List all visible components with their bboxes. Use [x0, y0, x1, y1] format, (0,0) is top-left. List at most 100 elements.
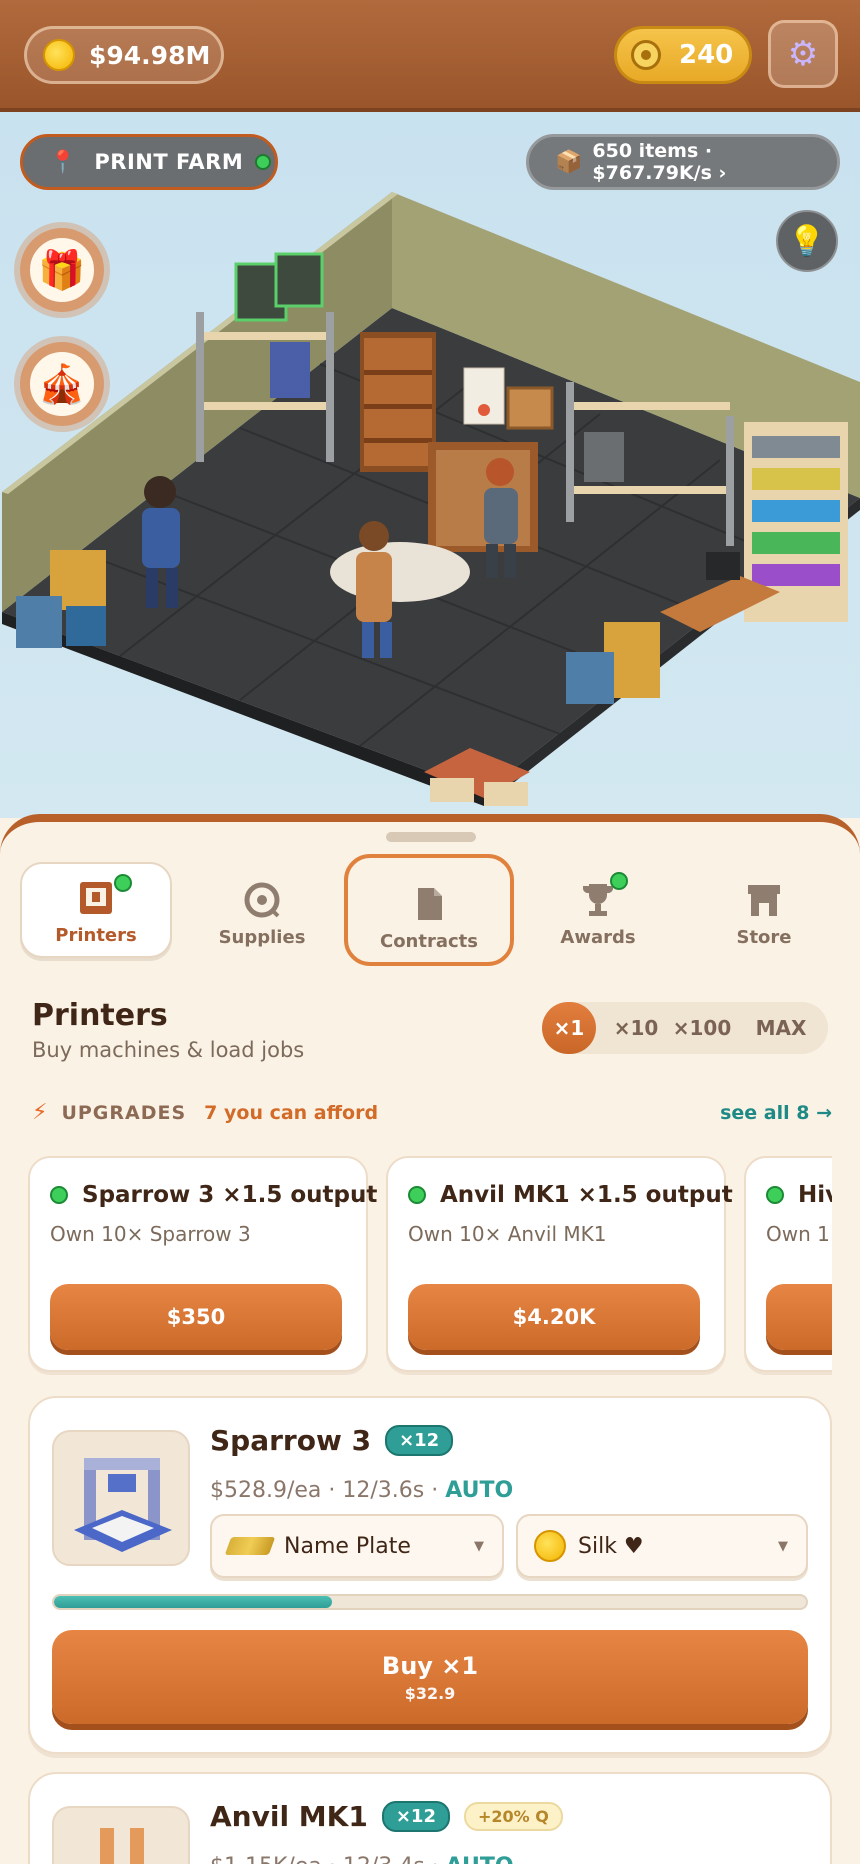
gear-icon: ⚙ [787, 34, 819, 74]
section-subtitle: Buy machines & load jobs [32, 1038, 305, 1062]
buy-printer-button[interactable]: Buy ×1 $32.9 [52, 1630, 808, 1724]
upgrade-requirement: Own 1 [766, 1222, 830, 1246]
printer-name-row: Sparrow 3 ×12 [210, 1424, 454, 1457]
coin-icon [43, 39, 75, 71]
box-icon: 📦 [555, 149, 583, 175]
quality-boost-badge: +20% Q [463, 1802, 563, 1831]
printer-stats-text: $528.9/ea · 12/3.6s · [210, 1478, 446, 1503]
available-dot [50, 1186, 68, 1204]
chevron-down-icon: ▼ [474, 1538, 484, 1554]
tab-contracts[interactable]: Contracts [344, 854, 514, 966]
token-icon [631, 40, 661, 70]
top-bar: $94.98M 240 ⚙ [0, 0, 860, 112]
printer-thumbnail [52, 1806, 190, 1864]
printer-stats: $528.9/ea · 12/3.6s · AUTO [210, 1478, 513, 1503]
online-status-dot [255, 154, 272, 170]
settings-button[interactable]: ⚙ [768, 20, 838, 88]
printer-stats-text: $1.15K/ea · 12/3.4s · [210, 1854, 446, 1864]
money-amount: $94.98M [89, 40, 211, 70]
job-select-value: Name Plate [284, 1533, 411, 1559]
section-title: Printers [32, 998, 168, 1033]
printer-name: Anvil MK1 [210, 1800, 368, 1833]
auto-mode-label[interactable]: AUTO [445, 1478, 513, 1503]
event-tent-button[interactable]: 🎪 [20, 342, 104, 426]
upgrade-buy-button[interactable]: $4.20K [408, 1284, 700, 1350]
upgrade-name: Sparrow 3 ×1.5 output [82, 1182, 378, 1208]
material-select-value: Silk ♥ [578, 1533, 644, 1559]
tent-icon: 🎪 [38, 361, 86, 406]
owned-count-badge: ×12 [385, 1425, 454, 1456]
lightbulb-icon: 💡 [788, 223, 826, 259]
bottom-panel: Printers Supplies Contracts Awards Store… [0, 814, 860, 1864]
quantity-max-button[interactable]: MAX [740, 1002, 822, 1054]
chevron-down-icon: ▼ [778, 1538, 788, 1554]
tab-printers-notification-dot [114, 874, 132, 892]
tab-awards-label: Awards [560, 927, 636, 948]
tab-printers-label: Printers [55, 925, 137, 946]
tab-awards-notification-dot [610, 872, 628, 890]
available-dot [766, 1186, 784, 1204]
upgrade-card: Anvil MK1 ×1.5 output Own 10× Anvil MK1 … [386, 1156, 733, 1372]
job-select[interactable]: Name Plate ▼ [210, 1514, 504, 1578]
gift-icon: 🎁 [38, 247, 86, 292]
token-amount: 240 [679, 40, 734, 70]
printer-name-row: Anvil MK1 ×12 +20% Q [210, 1800, 563, 1833]
drag-handle[interactable] [386, 832, 476, 842]
see-all-upgrades-link[interactable]: see all 8 → [720, 1102, 832, 1124]
tab-bar: Printers Supplies Contracts Awards Store [20, 854, 840, 966]
available-dot [408, 1186, 426, 1204]
location-pin-icon: 📍 [49, 149, 77, 175]
tab-awards[interactable]: Awards [522, 862, 674, 958]
quantity-x10-button[interactable]: ×10 [608, 1002, 664, 1054]
upgrades-label: UPGRADES [61, 1101, 187, 1124]
upgrade-card: Hiv Own 1 [744, 1156, 832, 1372]
upgrade-requirement: Own 10× Anvil MK1 [408, 1222, 607, 1246]
print-progress-bar [52, 1594, 808, 1610]
spool-icon [244, 882, 280, 918]
printer-icon [80, 882, 112, 914]
print-progress-fill [54, 1596, 333, 1608]
silk-filament-icon [534, 1530, 566, 1562]
farm-name: PRINT FARM [94, 150, 244, 174]
token-display[interactable]: 240 [614, 26, 752, 84]
buy-price: $32.9 [404, 1683, 456, 1703]
buy-label: Buy ×1 [381, 1651, 479, 1680]
printer-card-sparrow-3: Sparrow 3 ×12 $528.9/ea · 12/3.6s · AUTO… [28, 1396, 832, 1754]
store-icon [748, 885, 780, 916]
farm-scene[interactable]: 📍 PRINT FARM 📦 650 items · $767.79K/s › … [0, 112, 860, 818]
upgrades-affordable-count: 7 you can afford [204, 1101, 379, 1124]
tips-button[interactable]: 💡 [776, 210, 838, 272]
upgrades-header: ⚡ UPGRADES 7 you can afford see all 8 → [32, 1100, 832, 1125]
upgrade-requirement: Own 10× Sparrow 3 [50, 1222, 251, 1246]
upgrade-name: Hiv [798, 1182, 832, 1208]
quantity-selector: ×1 ×10 ×100 MAX [542, 1002, 828, 1054]
upgrade-buy-button[interactable]: $350 [50, 1284, 342, 1350]
name-plate-icon [224, 1537, 276, 1555]
bolt-icon: ⚡ [32, 1100, 48, 1125]
inventory-summary: 650 items · $767.79K/s › [592, 140, 727, 184]
printer-stats: $1.15K/ea · 12/3.4s · AUTO [210, 1854, 514, 1864]
tab-supplies-label: Supplies [218, 927, 306, 948]
owned-count-badge: ×12 [381, 1801, 450, 1832]
printer-card-anvil-mk1: Anvil MK1 ×12 +20% Q $1.15K/ea · 12/3.4s… [28, 1772, 832, 1864]
quantity-x1-button[interactable]: ×1 [542, 1002, 596, 1054]
tab-supplies[interactable]: Supplies [186, 862, 338, 958]
isometric-room[interactable] [0, 192, 860, 818]
tab-printers[interactable]: Printers [20, 862, 172, 958]
material-select[interactable]: Silk ♥ ▼ [516, 1514, 808, 1578]
printer-thumbnail [52, 1430, 190, 1566]
farm-name-pill[interactable]: 📍 PRINT FARM [20, 134, 278, 190]
inventory-summary-pill[interactable]: 📦 650 items · $767.79K/s › [526, 134, 840, 190]
upgrade-buy-button[interactable] [766, 1284, 832, 1350]
money-display[interactable]: $94.98M [24, 26, 224, 84]
tab-contracts-label: Contracts [379, 931, 478, 952]
printer-3d-icon [100, 1828, 144, 1864]
upgrades-carousel[interactable]: Sparrow 3 ×1.5 output Own 10× Sparrow 3 … [28, 1142, 832, 1382]
document-icon [418, 888, 442, 920]
quantity-x100-button[interactable]: ×100 [664, 1002, 740, 1054]
printer-name: Sparrow 3 [210, 1424, 372, 1457]
upgrade-card: Sparrow 3 ×1.5 output Own 10× Sparrow 3 … [28, 1156, 377, 1372]
auto-mode-label[interactable]: AUTO [446, 1854, 514, 1864]
gift-button[interactable]: 🎁 [20, 228, 104, 312]
tab-store[interactable]: Store [688, 862, 840, 958]
